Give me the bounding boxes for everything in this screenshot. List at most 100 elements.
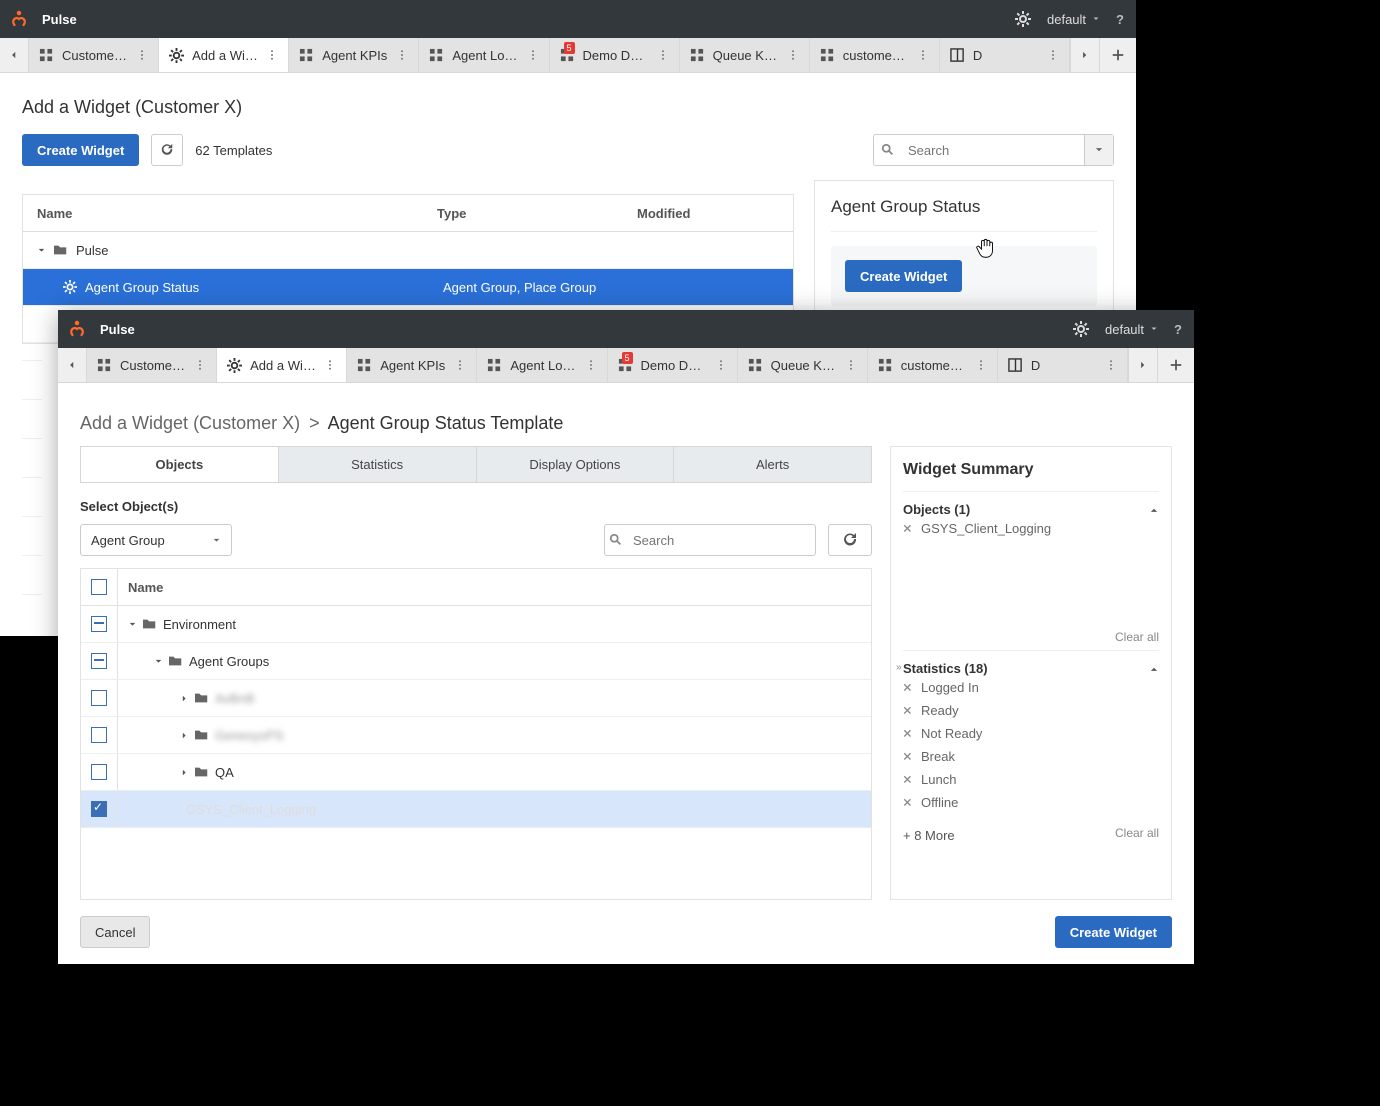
tab-customer-abc[interactable]: customer abc: [810, 38, 940, 72]
row-checkbox[interactable]: [91, 727, 107, 743]
tree-row[interactable]: GSYS_Client_Logging: [81, 791, 871, 828]
tab-label: D: [1031, 358, 1097, 373]
tenant-selector[interactable]: default: [1047, 12, 1100, 27]
cancel-button[interactable]: Cancel: [80, 916, 150, 948]
tab-add-button[interactable]: [1157, 348, 1194, 382]
tab-customer-x[interactable]: Customer X: [29, 38, 159, 72]
summary-chip: Break: [903, 745, 1159, 768]
tab-menu-icon[interactable]: [715, 358, 727, 372]
tab-agent-kpis[interactable]: Agent KPIs: [347, 348, 477, 382]
tabs-scroll-right[interactable]: [1070, 38, 1099, 72]
tab-menu-icon[interactable]: [975, 358, 987, 372]
remove-icon[interactable]: [903, 729, 913, 739]
table-row[interactable]: Agent Group StatusAgent Group, Place Gro…: [23, 269, 793, 306]
tab-menu-icon[interactable]: [1047, 48, 1059, 62]
tab-menu-icon[interactable]: [454, 358, 466, 372]
panel-create-widget-button[interactable]: Create Widget: [845, 260, 962, 292]
clear-objects[interactable]: Clear all: [903, 630, 1159, 644]
remove-icon[interactable]: [903, 752, 913, 762]
tree-label: QA: [215, 765, 234, 780]
tab-menu-icon[interactable]: [845, 358, 857, 372]
remove-icon[interactable]: [903, 706, 913, 716]
remove-icon[interactable]: [903, 683, 913, 693]
tab-menu-icon[interactable]: [787, 48, 799, 62]
tabs-scroll-right[interactable]: [1128, 348, 1157, 382]
stats-more[interactable]: + 8 More: [903, 828, 955, 843]
tab-queue-kpis[interactable]: Queue KPIs: [738, 348, 868, 382]
remove-icon[interactable]: [903, 798, 913, 808]
expand-icon[interactable]: [180, 731, 189, 740]
tree-row[interactable]: QA: [81, 754, 871, 791]
create-widget-button[interactable]: Create Widget: [22, 134, 139, 166]
tab-queue-kpis[interactable]: Queue KPIs: [680, 38, 810, 72]
clear-stats[interactable]: Clear all: [1115, 826, 1159, 840]
search-input[interactable]: [902, 135, 1084, 165]
tab-menu-icon[interactable]: [136, 48, 148, 62]
tab-menu-icon[interactable]: [585, 358, 597, 372]
expand-icon[interactable]: [180, 694, 189, 703]
tab-menu-icon[interactable]: [657, 48, 669, 62]
wizard-tab-statistics[interactable]: Statistics: [278, 447, 476, 482]
tab-agent-login-extended[interactable]: Agent Login Extended: [419, 38, 549, 72]
tab-d[interactable]: D: [940, 38, 1070, 72]
gear-icon[interactable]: [1015, 11, 1031, 27]
tabs-scroll-left[interactable]: [58, 348, 87, 382]
row-checkbox[interactable]: [91, 653, 107, 669]
tab-menu-icon[interactable]: [396, 48, 408, 62]
object-search-input[interactable]: [627, 533, 815, 548]
gear-icon[interactable]: [1073, 321, 1089, 337]
breadcrumb-parent[interactable]: Add a Widget (Customer X): [80, 413, 300, 433]
expand-icon[interactable]: [128, 620, 137, 629]
tab-agent-login-extended[interactable]: Agent Login Extended: [477, 348, 607, 382]
create-widget-button[interactable]: Create Widget: [1055, 916, 1172, 948]
row-checkbox[interactable]: [91, 764, 107, 780]
statistics-accordion[interactable]: Statistics (18): [903, 661, 1159, 676]
refresh-button[interactable]: [151, 134, 183, 166]
tab-add-a-widget[interactable]: Add a Widget: [217, 348, 347, 382]
select-all-checkbox[interactable]: [91, 579, 107, 595]
tab-demo-dashboard[interactable]: 5Demo Dashboard: [550, 38, 680, 72]
search-dropdown[interactable]: [1084, 135, 1113, 165]
tree-row[interactable]: Agent Groups: [81, 643, 871, 680]
tab-add-button[interactable]: [1099, 38, 1136, 72]
tab-customer-x[interactable]: Customer X: [87, 348, 217, 382]
objects-accordion[interactable]: Objects (1): [903, 502, 1159, 517]
panel-collapse-toggle[interactable]: »: [896, 662, 902, 673]
wizard-tab-objects[interactable]: Objects: [81, 447, 278, 482]
tab-menu-icon[interactable]: [527, 48, 539, 62]
remove-icon[interactable]: [903, 775, 913, 785]
help-icon[interactable]: ?: [1116, 12, 1124, 27]
tree-row[interactable]: GenesysPS: [81, 717, 871, 754]
tab-menu-icon[interactable]: [324, 358, 336, 372]
tree-row[interactable]: Environment: [81, 606, 871, 643]
col-modified[interactable]: Modified: [637, 206, 793, 221]
tab-menu-icon[interactable]: [266, 48, 278, 62]
tenant-label: default: [1105, 322, 1144, 337]
tab-demo-dashboard[interactable]: 5Demo Dashboard: [608, 348, 738, 382]
refresh-button[interactable]: [828, 524, 872, 556]
expand-icon[interactable]: [154, 657, 163, 666]
wizard-tab-display-options[interactable]: Display Options: [476, 447, 674, 482]
remove-icon[interactable]: [903, 524, 913, 534]
tab-add-a-widget[interactable]: Add a Widget: [159, 38, 289, 72]
help-icon[interactable]: ?: [1174, 322, 1182, 337]
row-checkbox[interactable]: [91, 690, 107, 706]
tab-menu-icon[interactable]: [917, 48, 929, 62]
tabs-scroll-left[interactable]: [0, 38, 29, 72]
tenant-selector[interactable]: default: [1105, 322, 1158, 337]
tab-menu-icon[interactable]: [194, 358, 206, 372]
tab-menu-icon[interactable]: [1105, 358, 1117, 372]
row-checkbox[interactable]: [91, 616, 107, 632]
tab-agent-kpis[interactable]: Agent KPIs: [289, 38, 419, 72]
table-row[interactable]: Pulse: [23, 232, 793, 269]
object-type-dropdown[interactable]: Agent Group: [80, 524, 232, 556]
col-name[interactable]: Name: [118, 580, 871, 595]
col-name[interactable]: Name: [23, 206, 437, 221]
expand-icon[interactable]: [180, 768, 189, 777]
tree-row[interactable]: AvBnB: [81, 680, 871, 717]
row-checkbox[interactable]: [91, 801, 107, 817]
wizard-tab-alerts[interactable]: Alerts: [673, 447, 871, 482]
col-type[interactable]: Type: [437, 206, 637, 221]
tab-customer-abc[interactable]: customer abc: [868, 348, 998, 382]
tab-d[interactable]: D: [998, 348, 1128, 382]
